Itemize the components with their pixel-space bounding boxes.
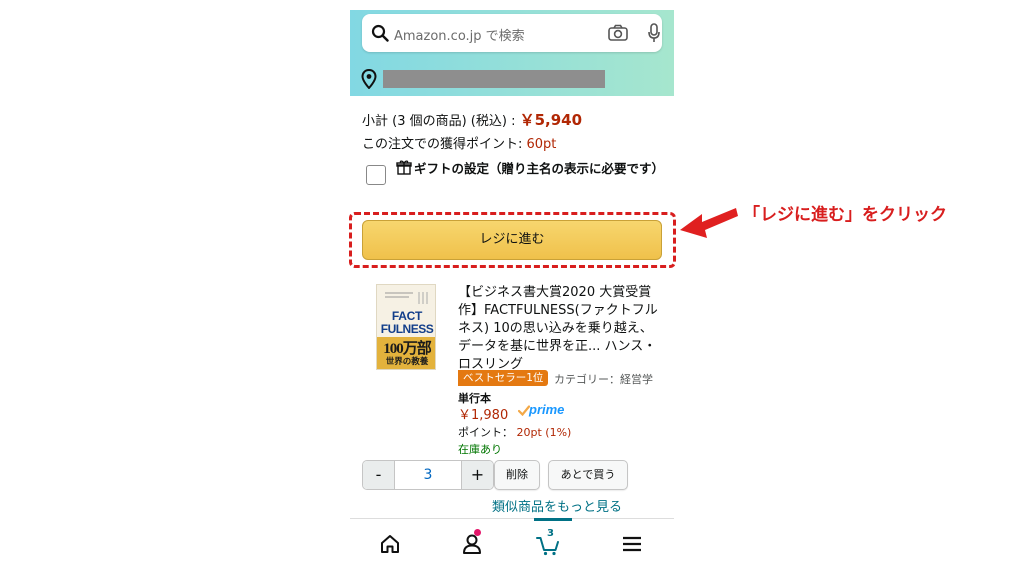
order-points: この注文での獲得ポイント: 60pt — [362, 133, 556, 152]
home-icon[interactable] — [378, 531, 402, 557]
subtotal-label: 小計 (3 個の商品) (税込) : — [362, 114, 520, 129]
delivery-location[interactable] — [350, 62, 674, 96]
stock-status: 在庫あり — [458, 443, 502, 456]
cover-title-1: FACT — [391, 309, 423, 323]
search-input[interactable]: Amazon.co.jp で検索 — [362, 14, 662, 52]
subtotal-price: ￥5,940 — [519, 111, 583, 129]
quantity-stepper: - 3 + — [362, 460, 494, 490]
product-points: ポイント： 20pt (1%) — [458, 424, 571, 440]
save-for-later-button[interactable]: あとで買う — [548, 460, 628, 490]
cover-title-4: 世界の教養 — [385, 357, 429, 367]
product-points-value: 20pt (1%) — [516, 426, 572, 439]
quantity-increase-button[interactable]: + — [461, 461, 493, 489]
product-category: カテゴリー：経営学 — [554, 373, 653, 386]
product-title[interactable]: 【ビジネス書大賞2020 大賞受賞作】FACTFULNESS(ファクトフルネス)… — [458, 284, 664, 374]
gift-label[interactable]: ギフトの設定（贈り主名の表示に必要です） — [396, 160, 664, 178]
quantity-value[interactable]: 3 — [395, 461, 461, 489]
bottom-tab-bar: 3 — [350, 518, 674, 576]
points-label: この注文での獲得ポイント: — [362, 137, 527, 152]
microphone-icon[interactable] — [648, 23, 660, 43]
camera-icon[interactable] — [608, 24, 628, 42]
cart-count: 3 — [547, 528, 554, 539]
notification-dot — [474, 529, 481, 536]
menu-icon[interactable] — [620, 531, 644, 557]
gift-checkbox[interactable] — [366, 165, 386, 185]
product-image[interactable]: FACT FULNESS 100万部 世界の教養 — [376, 284, 436, 370]
highlight-box — [349, 212, 676, 268]
search-placeholder: Amazon.co.jp で検索 — [394, 29, 525, 44]
annotation-text: 「レジに進む」をクリック — [743, 205, 947, 225]
delete-button[interactable]: 削除 — [494, 460, 540, 490]
annotation-arrow-icon — [680, 208, 738, 238]
quantity-decrease-button[interactable]: - — [363, 461, 395, 489]
cover-text-lines — [385, 292, 428, 304]
subtotal: 小計 (3 個の商品) (税込) : ￥5,940 — [362, 109, 582, 130]
points-value: 60pt — [526, 137, 557, 152]
product-price: ￥1,980 — [458, 408, 509, 423]
user-icon — [463, 534, 481, 554]
account-tab[interactable] — [460, 529, 484, 557]
redacted-address — [383, 70, 605, 88]
cart-tab[interactable]: 3 — [536, 528, 560, 557]
cover-title-2: FULNESS — [380, 322, 434, 336]
header: Amazon.co.jp で検索 — [350, 10, 674, 96]
prime-label: prime — [529, 402, 565, 417]
search-icon — [371, 24, 389, 42]
product-points-label: ポイント： — [458, 426, 517, 439]
bestseller-badge: ベストセラー1位 — [458, 370, 549, 386]
mobile-page: Amazon.co.jp で検索 小計 (3 個の商品) (税込) : ￥5,9… — [350, 10, 674, 576]
active-tab-indicator — [534, 518, 572, 521]
location-pin-icon — [361, 69, 377, 89]
similar-items-link[interactable]: 類似商品をもっと見る — [492, 496, 622, 515]
